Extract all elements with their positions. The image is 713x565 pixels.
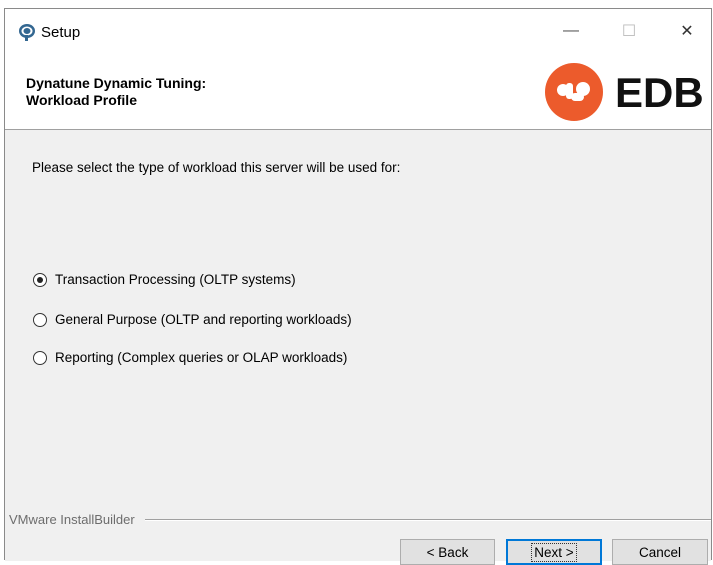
title-bar[interactable]: Setup — ☐ ✕ xyxy=(5,9,711,53)
minimize-icon: — xyxy=(563,22,579,39)
next-button-label: Next > xyxy=(531,542,577,562)
back-button-label: < Back xyxy=(426,544,469,560)
minimize-button[interactable]: — xyxy=(548,9,594,53)
maximize-button[interactable]: ☐ xyxy=(606,9,652,53)
option-label: General Purpose (OLTP and reporting work… xyxy=(55,312,352,327)
next-button[interactable]: Next > xyxy=(506,539,602,565)
maximize-icon: ☐ xyxy=(621,23,637,40)
option-label: Reporting (Complex queries or OLAP workl… xyxy=(55,350,348,365)
back-button[interactable]: < Back xyxy=(400,539,495,565)
radio-button-icon[interactable] xyxy=(33,350,47,365)
cancel-button[interactable]: Cancel xyxy=(612,539,708,565)
close-button[interactable]: ✕ xyxy=(664,9,710,53)
option-reporting[interactable]: Reporting (Complex queries or OLAP workl… xyxy=(33,350,347,365)
wizard-footer: VMware InstallBuilder < Back Next > Canc… xyxy=(5,499,711,565)
close-icon: ✕ xyxy=(680,23,694,40)
page-title-line2: Workload Profile xyxy=(26,92,137,108)
prompt-text: Please select the type of workload this … xyxy=(32,160,401,175)
wizard-header: Dynatune Dynamic Tuning: Workload Profil… xyxy=(5,53,711,130)
footer-divider xyxy=(145,519,711,521)
page-title: Dynatune Dynamic Tuning: Workload Profil… xyxy=(26,75,286,109)
postgresql-elephant-icon xyxy=(19,24,35,41)
content-panel: Please select the type of workload this … xyxy=(5,130,711,520)
edb-logo-text: EDB xyxy=(615,69,704,116)
option-general-purpose[interactable]: General Purpose (OLTP and reporting work… xyxy=(33,312,352,327)
radio-button-icon[interactable] xyxy=(33,312,47,327)
setup-window: Setup — ☐ ✕ Dynatune Dynamic Tuning: Wor… xyxy=(4,8,712,565)
cancel-button-label: Cancel xyxy=(638,544,682,560)
option-label: Transaction Processing (OLTP systems) xyxy=(55,272,296,287)
edb-logo: EDB xyxy=(545,63,704,121)
window-title: Setup xyxy=(41,24,81,41)
builder-label: VMware InstallBuilder xyxy=(9,512,135,527)
radio-button-selected-icon[interactable] xyxy=(33,272,47,287)
option-transaction-processing[interactable]: Transaction Processing (OLTP systems) xyxy=(33,272,296,287)
page-title-line1: Dynatune Dynamic Tuning: xyxy=(26,75,207,91)
